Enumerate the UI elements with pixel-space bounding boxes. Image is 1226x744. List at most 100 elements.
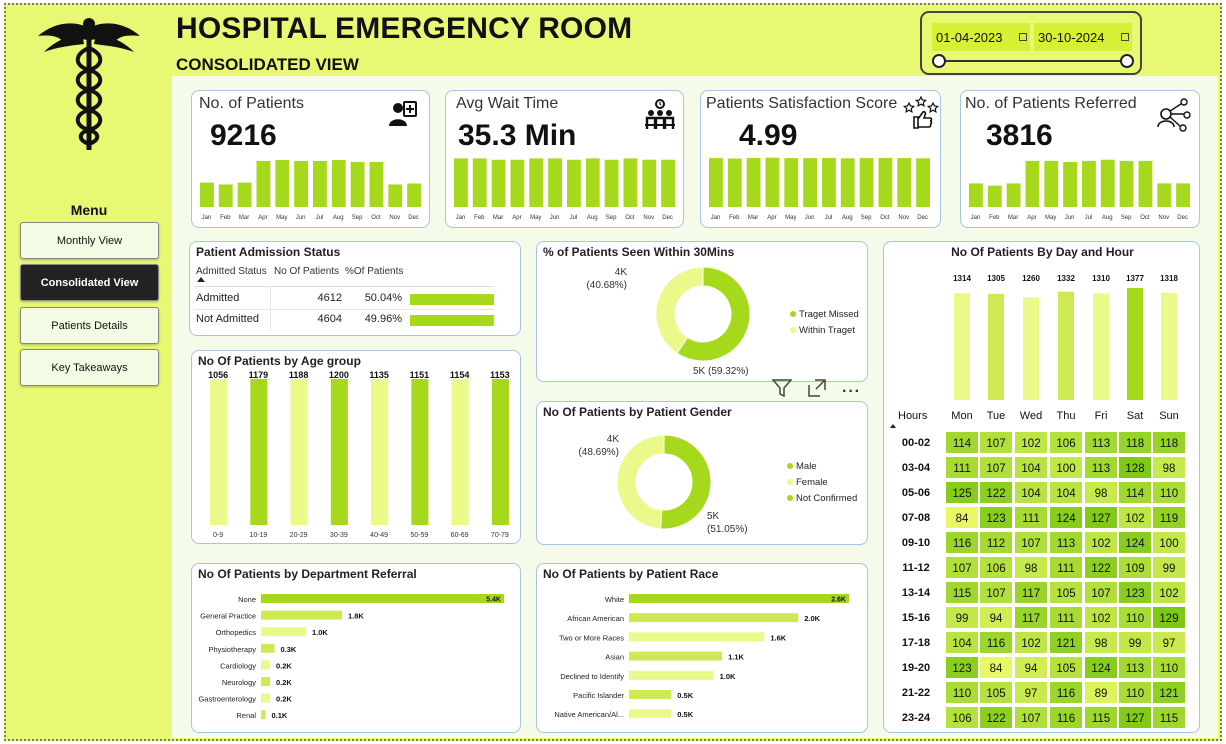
data-label: 1377 — [1126, 274, 1144, 283]
row-header: 13-14 — [902, 587, 931, 599]
calendar-icon[interactable] — [1019, 33, 1027, 41]
kpi-referred-chart: Jan Feb Mar Apr May Jun Jul Aug Sep Oct Nov Dec — [969, 159, 1190, 221]
tick-label: 70-79 — [491, 532, 509, 539]
bar — [261, 627, 306, 637]
heatmap-value: 118 — [1126, 438, 1144, 450]
bar — [369, 161, 384, 207]
bar — [261, 594, 504, 603]
key-takeaways-button[interactable]: Key Takeaways — [20, 349, 159, 386]
heatmap-value: 106 — [986, 563, 1005, 575]
data-label: (48.69%) — [578, 447, 619, 458]
data-label: 1154 — [450, 370, 470, 380]
bar — [218, 184, 233, 207]
kpi-label: No. of Patients — [199, 95, 304, 112]
tick-label: Nov — [389, 215, 400, 221]
tick-label: 30-39 — [330, 532, 348, 539]
tick-label: Sep — [606, 215, 617, 221]
tick-label: Sep — [352, 215, 363, 221]
race-chart: White 2.6K African American 2.0K Two or More… — [554, 594, 849, 719]
kpi-value: 3816 — [986, 119, 1053, 152]
bar — [491, 379, 509, 525]
heatmap-value: 107 — [986, 438, 1005, 450]
bar — [784, 158, 799, 207]
heatmap-value: 116 — [1057, 713, 1075, 725]
data-label: 1200 — [329, 370, 349, 380]
tick-label: Mar — [493, 215, 503, 221]
heatmap-value: 107 — [1091, 588, 1110, 600]
slider-start-handle[interactable] — [932, 54, 946, 68]
bar — [237, 182, 252, 207]
heatmap-value: 122 — [986, 488, 1005, 500]
column-header[interactable]: No Of Patients — [274, 266, 339, 277]
bar — [1058, 291, 1074, 400]
heatmap-value: 111 — [1057, 613, 1074, 625]
bar — [897, 158, 912, 207]
data-label: 1305 — [987, 274, 1005, 283]
category-label: Two or More Races — [559, 633, 624, 642]
monthly-view-button[interactable]: Monthly View — [20, 222, 159, 259]
heatmap-value: 84 — [956, 513, 969, 525]
kpi-label: No. of Patients Referred — [965, 95, 1137, 112]
tick-label: Feb — [474, 215, 485, 221]
data-label: 5K — [707, 511, 720, 522]
category-label: Gastroenterology — [198, 695, 256, 704]
bar — [629, 613, 799, 623]
start-date-input[interactable]: 01-04-2023 — [932, 23, 1030, 51]
tick-label: Dec — [408, 215, 419, 221]
bar — [261, 677, 270, 686]
department-referral-chart: None 5.4K General Practice 1.8K Orthopedics 1… — [198, 594, 504, 720]
tick-label: Oct — [1140, 215, 1150, 221]
heatmap-value: 98 — [1095, 638, 1108, 650]
tick-label: Aug — [587, 215, 598, 221]
focus-mode-icon[interactable] — [808, 379, 826, 397]
table-cell: Admitted — [196, 292, 240, 304]
data-label: 4K — [607, 434, 620, 445]
bar — [585, 158, 600, 207]
heatmap-value: 110 — [1160, 488, 1178, 500]
data-label: 2.6K — [831, 597, 846, 604]
kpi-value: 4.99 — [739, 119, 798, 152]
bar — [290, 379, 308, 525]
legend-marker — [787, 495, 793, 501]
column-header: Thu — [1057, 410, 1076, 422]
chart-title: No Of Patients By Day and Hour — [951, 245, 1134, 259]
column-header: Hours — [898, 410, 928, 422]
rating-icon — [903, 95, 939, 129]
bar — [1006, 183, 1021, 207]
divider — [194, 286, 494, 287]
end-date-input[interactable]: 30-10-2024 — [1034, 23, 1132, 51]
heatmap-value: 102 — [1021, 438, 1040, 450]
tick-label: May — [530, 215, 541, 221]
bar — [629, 651, 723, 661]
bar — [1157, 183, 1172, 207]
heatmap-value: 109 — [1125, 563, 1144, 575]
heatmap-value: 110 — [1126, 688, 1144, 700]
heatmap-value: 104 — [952, 638, 972, 650]
row-header: 15-16 — [902, 612, 930, 624]
kpi-value: 35.3 Min — [458, 119, 577, 152]
column-header[interactable]: %Of Patients — [345, 266, 403, 277]
donut-slice — [659, 434, 712, 530]
heatmap-value: 113 — [1057, 538, 1075, 550]
column-header[interactable]: Admitted Status — [196, 266, 267, 277]
slider-track[interactable] — [938, 60, 1128, 62]
heatmap-value: 127 — [1091, 513, 1110, 525]
bar — [256, 160, 271, 207]
column-header: Wed — [1020, 410, 1042, 422]
data-label: 1260 — [1022, 274, 1040, 283]
more-options-icon[interactable]: ··· — [842, 383, 861, 401]
column-header: Fri — [1095, 410, 1108, 422]
calendar-icon[interactable] — [1121, 33, 1129, 41]
consolidated-view-button[interactable]: Consolidated View — [20, 264, 159, 301]
sort-ascending-icon[interactable] — [197, 277, 205, 283]
row-header: 05-06 — [902, 487, 930, 499]
slider-end-handle[interactable] — [1120, 54, 1134, 68]
patients-details-button[interactable]: Patients Details — [20, 307, 159, 344]
kpi-card-satisfaction: Patients Satisfaction Score 4.99 Jan Feb M… — [700, 90, 941, 228]
tick-label: Oct — [880, 215, 890, 221]
heatmap-value: 117 — [1022, 613, 1040, 625]
visual-toolbar — [770, 375, 840, 401]
filter-icon[interactable] — [772, 379, 792, 397]
tick-label: Dec — [662, 215, 673, 221]
tick-label: Aug — [842, 215, 853, 221]
